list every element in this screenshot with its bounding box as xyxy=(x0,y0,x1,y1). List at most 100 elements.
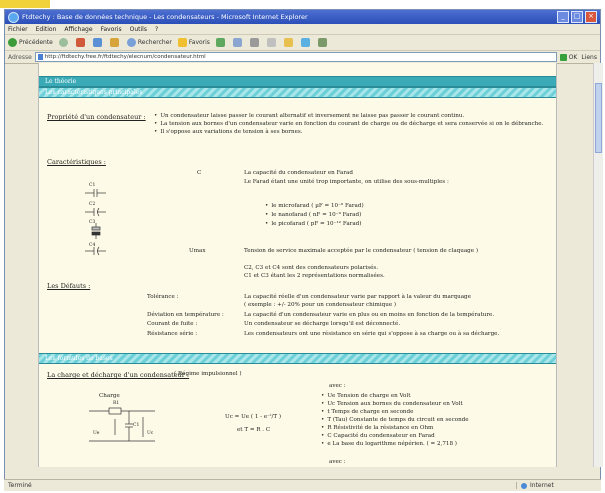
legend-item: Uc Tension aux bornes du condensateur en… xyxy=(321,401,462,407)
home-button[interactable] xyxy=(109,38,121,47)
menu-affichage[interactable]: Affichage xyxy=(64,26,92,33)
people-button[interactable] xyxy=(317,38,329,47)
status-text: Terminé xyxy=(8,482,32,489)
unit-item: le nanofarad ( nF = 10⁻⁹ Farad) xyxy=(265,212,361,218)
messenger-icon xyxy=(300,38,310,47)
mail-button[interactable] xyxy=(232,38,244,47)
security-zone: Internet xyxy=(516,482,601,489)
c2-label: C2 xyxy=(89,202,96,207)
stop-icon xyxy=(75,38,85,47)
c1-label: C1 xyxy=(89,183,96,188)
legend-item: e La base du logarithme népérien. ( = 2,… xyxy=(321,441,457,447)
capacitor-symbols xyxy=(85,189,106,256)
rc-circuit-diagram xyxy=(89,407,155,442)
forward-arrow-icon xyxy=(58,38,68,47)
search-button[interactable]: Rechercher xyxy=(126,38,172,47)
propriete-item: La tension aux bornes d'un condensateur … xyxy=(154,121,543,127)
defaut-desc: Un condensateur se décharge lorsqu'il es… xyxy=(244,321,401,327)
propriete-title: Propriété d'un condensateur : xyxy=(47,113,146,121)
schema-c-label: C1 xyxy=(133,423,140,428)
formula-charge: Uc = Ue ( 1 - e⁻ᵗ/T ) xyxy=(225,414,282,420)
defaut-label: Résistance série : xyxy=(147,331,198,337)
polarized-note: C2, C3 et C4 sont des condensateurs pola… xyxy=(244,265,379,271)
window-title: Ftdtechy : Base de données technique - L… xyxy=(22,13,308,21)
refresh-button[interactable] xyxy=(92,38,104,47)
globe-icon xyxy=(521,482,527,489)
page-icon xyxy=(37,54,43,60)
c-description-2: Le Farad étant une unité trop importante… xyxy=(244,179,449,185)
favorites-button[interactable]: Favoris xyxy=(177,38,210,47)
go-button[interactable]: OK xyxy=(559,53,577,61)
folder-icon xyxy=(283,38,293,47)
edit-button[interactable] xyxy=(266,38,278,47)
menu-fichier[interactable]: Fichier xyxy=(8,26,28,33)
unit-item: le picofarad ( pF = 10⁻¹² Farad) xyxy=(265,221,361,227)
folder-button[interactable] xyxy=(283,38,295,47)
schema-uc-label: Uc xyxy=(147,431,154,436)
defaut-label: Courant de fuite : xyxy=(147,321,198,327)
page-content: Le théorie Les caractéristiques principa… xyxy=(38,63,557,467)
schema-label: Charge xyxy=(99,393,120,399)
refresh-icon xyxy=(92,38,102,47)
section-band-theory: Le théorie xyxy=(39,76,556,87)
unit-item: le microfarad ( µF = 10⁻⁶ Farad) xyxy=(265,203,363,209)
print-button[interactable] xyxy=(249,38,261,47)
schema-r-label: R1 xyxy=(113,401,120,406)
people-icon xyxy=(317,38,327,47)
menu-favoris[interactable]: Favoris xyxy=(101,26,122,33)
defaut-desc: La capacité d'un condensateur varie en p… xyxy=(244,312,495,318)
c-description: La capacité du condensateur en Farad xyxy=(244,170,353,176)
defaut-label: Déviation en température : xyxy=(147,312,224,318)
links-button[interactable]: Liens xyxy=(581,54,597,61)
status-bar: Terminé Internet xyxy=(4,479,601,491)
legend-item: t Temps de charge en seconde xyxy=(321,409,413,415)
star-icon xyxy=(177,38,187,47)
home-icon xyxy=(109,38,119,47)
legend-item: R Résistivité de la résistance en Ohm xyxy=(321,425,433,431)
scrollbar-thumb[interactable] xyxy=(595,83,602,153)
menu-edition[interactable]: Edition xyxy=(36,26,57,33)
go-arrow-icon xyxy=(559,53,567,61)
minimize-button[interactable]: _ xyxy=(557,11,569,23)
toolbar: Précédente Rechercher Favoris xyxy=(5,35,600,51)
print-icon xyxy=(249,38,259,47)
defaut-desc: La capacité réelle d'un condensateur var… xyxy=(244,294,471,300)
history-button[interactable] xyxy=(215,38,227,47)
back-arrow-icon xyxy=(8,38,17,47)
back-button[interactable]: Précédente xyxy=(8,38,53,47)
legend-item: Ue Tension de charge en Volt xyxy=(321,393,410,399)
defaut-desc: Les condensateurs ont une résistance en … xyxy=(244,331,500,337)
ie-icon xyxy=(8,11,19,23)
menu-help[interactable]: ? xyxy=(155,26,158,33)
menu-outils[interactable]: Outils xyxy=(130,26,147,33)
close-button[interactable]: × xyxy=(585,11,597,23)
history-icon xyxy=(215,38,225,47)
c-symbol: C xyxy=(197,170,202,176)
edit-icon xyxy=(266,38,276,47)
defauts-title: Les Défauts : xyxy=(47,282,91,290)
charge-subtitle: ( Régime impulsionnel ) xyxy=(174,371,242,377)
polarized-note-2: C1 et C3 étant les 2 représentations nor… xyxy=(244,273,385,279)
umax-label: Umax xyxy=(189,248,206,254)
top-left-highlight xyxy=(0,0,50,8)
address-label: Adresse xyxy=(8,53,32,61)
messenger-button[interactable] xyxy=(300,38,312,47)
avec-label-2: avec : xyxy=(329,459,346,465)
address-input[interactable]: http://ftdtechy.free.fr/ftdtechy/elecnum… xyxy=(34,52,557,62)
c3-label: C3 xyxy=(89,220,96,225)
defaut-label: Tolérance : xyxy=(147,294,179,300)
forward-button[interactable] xyxy=(58,38,70,47)
propriete-item: Il s'oppose aux variations de tension à … xyxy=(154,129,302,135)
menu-bar: Fichier Edition Affichage Favoris Outils… xyxy=(5,24,600,35)
avec-label: avec : xyxy=(329,383,346,389)
legend-item: C Capacité du condensateur en Farad xyxy=(321,433,434,439)
title-bar: Ftdtechy : Base de données technique - L… xyxy=(5,10,600,24)
propriete-item: Un condensateur laisse passer le courant… xyxy=(154,113,464,119)
mail-icon xyxy=(232,38,242,47)
defaut-desc-2: ( exemple : +/- 20% pour un condensateur… xyxy=(244,302,397,308)
stop-button[interactable] xyxy=(75,38,87,47)
formula-tau: et T = R . C xyxy=(237,427,271,433)
charge-title: La charge et décharge d'un condensateur … xyxy=(47,371,190,379)
vertical-scrollbar[interactable] xyxy=(593,63,603,467)
maximize-button[interactable]: □ xyxy=(571,11,583,23)
